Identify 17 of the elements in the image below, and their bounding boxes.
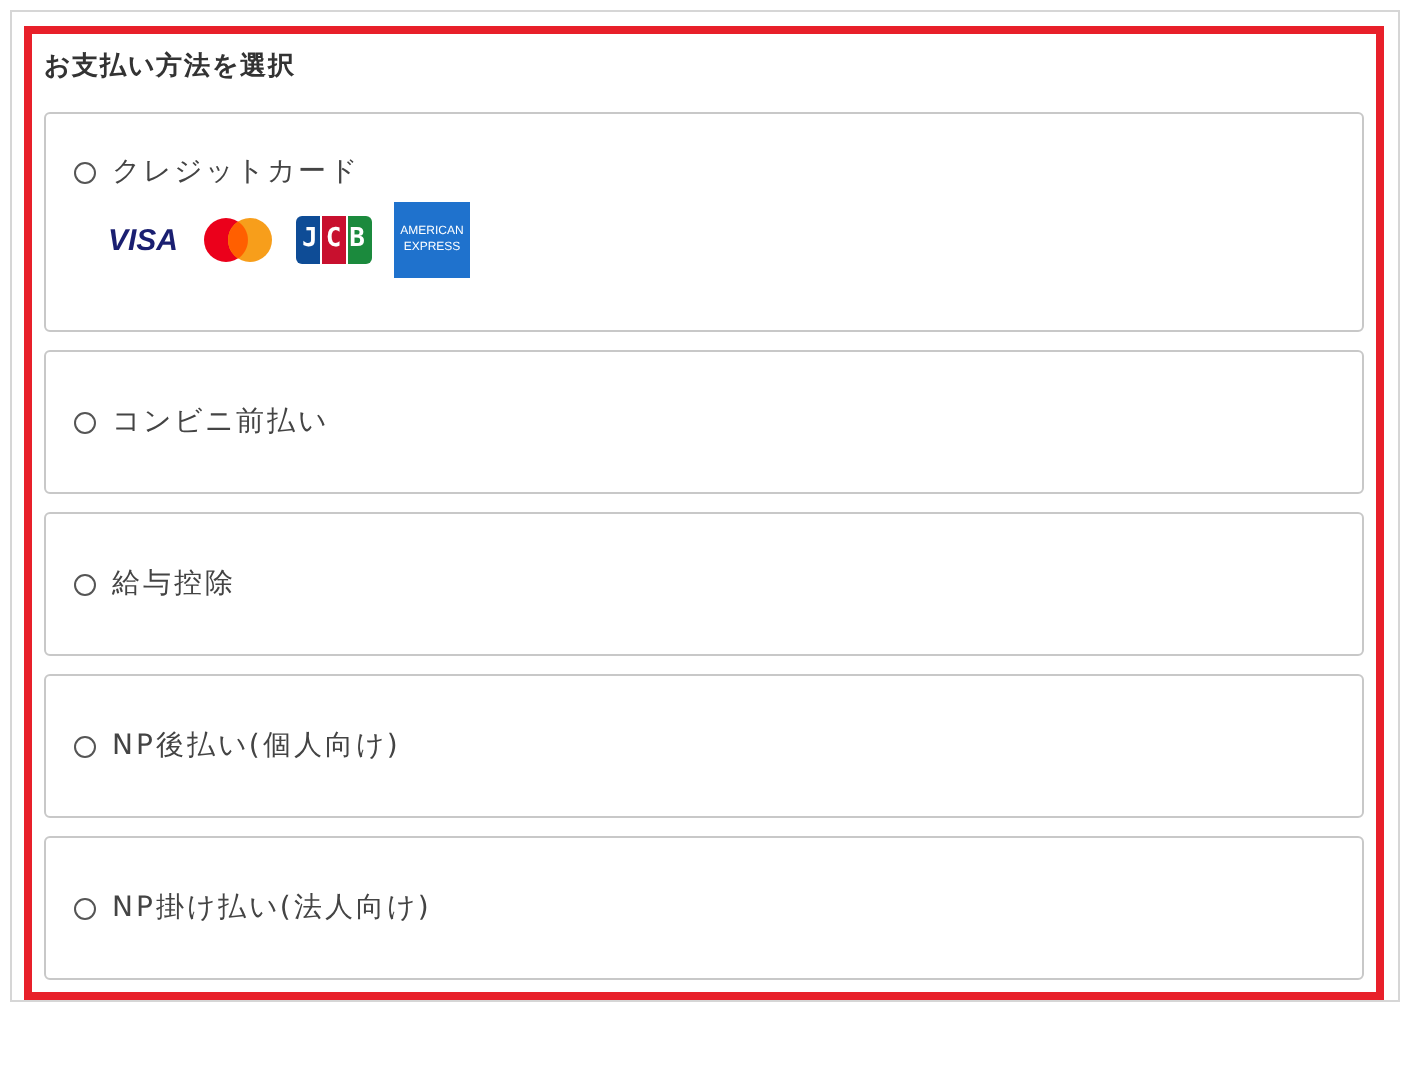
payment-option-card[interactable]: NP掛け払い(法人向け) <box>44 836 1364 980</box>
radio-button[interactable] <box>74 411 96 433</box>
payment-option-card[interactable]: 給与控除 <box>44 512 1364 656</box>
option-label: NP後払い(個人向け) <box>112 728 401 764</box>
payment-option-card[interactable]: コンビニ前払い <box>44 350 1364 494</box>
radio-button[interactable] <box>74 161 96 183</box>
payment-option-card[interactable]: NP後払い(個人向け) <box>44 674 1364 818</box>
option-label: クレジットカード <box>112 154 360 190</box>
section-title: お支払い方法を選択 <box>44 49 298 86</box>
radio-button[interactable] <box>74 897 96 919</box>
radio-button[interactable] <box>74 735 96 757</box>
option-label: NP掛け払い(法人向け) <box>112 890 432 926</box>
radio-button[interactable] <box>74 573 96 595</box>
option-label: コンビニ前払い <box>112 404 329 440</box>
option-label: 給与控除 <box>112 566 236 602</box>
visa-logo: VISA <box>108 223 180 257</box>
mastercard-logo <box>202 216 274 264</box>
